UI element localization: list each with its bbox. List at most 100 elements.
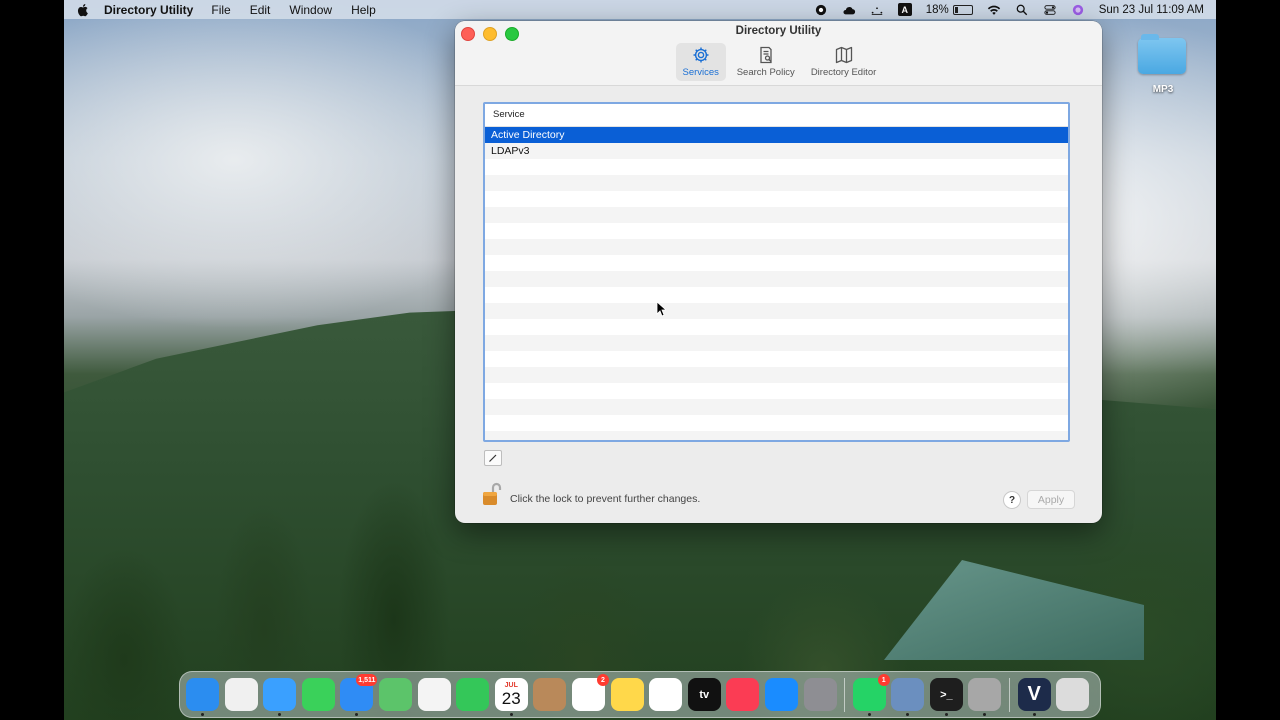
- table-row-empty: [485, 431, 1068, 440]
- dock-facetime-icon[interactable]: [456, 678, 490, 711]
- table-row-empty: [485, 191, 1068, 207]
- menu-edit[interactable]: Edit: [250, 3, 271, 17]
- running-indicator: [355, 713, 359, 716]
- siri-icon[interactable]: [1071, 4, 1085, 16]
- dock-apple-tv-icon[interactable]: tv: [687, 678, 721, 711]
- dock-icon-glyph: tv: [699, 688, 710, 701]
- dock-photos-icon[interactable]: [417, 678, 451, 711]
- display-icon[interactable]: [870, 4, 884, 16]
- running-indicator: [867, 713, 871, 716]
- lock-icon[interactable]: [481, 481, 503, 507]
- table-row-active-directory[interactable]: Active Directory: [485, 127, 1068, 143]
- dock-safari-icon[interactable]: [263, 678, 297, 716]
- menu-window[interactable]: Window: [289, 3, 332, 17]
- edit-service-button[interactable]: [484, 450, 502, 466]
- dock-mail-icon[interactable]: 1,511: [340, 674, 378, 716]
- services-table[interactable]: Service Active Directory LDAPv3: [483, 102, 1070, 442]
- dock-badge: 1,511: [356, 674, 378, 686]
- pencil-icon: [489, 454, 497, 462]
- table-row-empty: [485, 159, 1068, 175]
- folder-label: MP3: [1152, 84, 1174, 95]
- table-row-empty: [485, 319, 1068, 335]
- table-row-empty: [485, 383, 1068, 399]
- cloud-icon[interactable]: [842, 4, 856, 16]
- table-row-ldapv3[interactable]: LDAPv3: [485, 143, 1068, 159]
- menu-bar: Directory Utility File Edit Window Help …: [64, 0, 1216, 19]
- dock-reminders-icon[interactable]: 2: [571, 674, 609, 711]
- desktop-folder-mp3[interactable]: MP3: [1138, 34, 1188, 95]
- table-row-empty: [485, 223, 1068, 239]
- dock-preview-icon[interactable]: [891, 678, 925, 716]
- input-source-icon[interactable]: A: [897, 3, 912, 16]
- table-row-empty: [485, 239, 1068, 255]
- dock-badge: 2: [596, 674, 609, 686]
- dock-separator: [1009, 677, 1011, 712]
- running-indicator: [983, 713, 987, 716]
- folder-icon: [1138, 34, 1186, 74]
- table-row-empty: [485, 303, 1068, 319]
- dock-whatsapp-icon[interactable]: 1: [852, 674, 890, 716]
- dock-separator: [844, 677, 846, 712]
- gear-icon: [693, 47, 709, 63]
- table-row-empty: [485, 335, 1068, 351]
- table-row-empty: [485, 367, 1068, 383]
- dock-freeform-icon[interactable]: [649, 678, 683, 711]
- dock: 1,511 JUL 23 2 tv 1 >_ V: [179, 671, 1101, 718]
- dock-directory-utility-icon[interactable]: [968, 678, 1002, 716]
- lock-hint-text: Click the lock to prevent further change…: [510, 493, 701, 505]
- dock-badge: 1: [877, 674, 890, 686]
- dock-terminal-icon[interactable]: >_: [929, 678, 963, 716]
- battery-icon: [952, 4, 973, 15]
- table-row-empty: [485, 271, 1068, 287]
- dock-trash-icon[interactable]: [1056, 678, 1090, 711]
- dock-notes-icon[interactable]: [610, 678, 644, 711]
- menu-file[interactable]: File: [211, 3, 230, 17]
- running-indicator: [1032, 713, 1036, 716]
- window-titlebar[interactable]: Directory Utility Services Search Policy…: [455, 21, 1102, 86]
- wifi-icon[interactable]: [987, 4, 1001, 16]
- calendar-day: 23: [501, 688, 521, 708]
- map-icon: [835, 46, 852, 64]
- apple-icon[interactable]: [76, 3, 90, 17]
- dock-app-store-icon[interactable]: [764, 678, 798, 711]
- table-row-empty: [485, 255, 1068, 271]
- dock-system-settings-icon[interactable]: [803, 678, 837, 711]
- dock-finder-icon[interactable]: [186, 678, 219, 716]
- menu-bar-clock[interactable]: Sun 23 Jul 11:09 AM: [1099, 4, 1204, 16]
- table-header-service[interactable]: Service: [485, 104, 1068, 127]
- control-center-icon[interactable]: [1043, 4, 1057, 16]
- menu-help[interactable]: Help: [351, 3, 376, 17]
- tab-services[interactable]: Services: [675, 43, 726, 81]
- running-indicator: [944, 713, 948, 716]
- table-row-empty: [485, 175, 1068, 191]
- dock-contacts-icon[interactable]: [533, 678, 567, 711]
- tab-services-label: Services: [682, 67, 719, 78]
- directory-utility-window: Directory Utility Services Search Policy…: [455, 21, 1102, 523]
- table-row-empty: [485, 399, 1068, 415]
- tab-directory-editor[interactable]: Directory Editor: [806, 43, 881, 81]
- dock-music-icon[interactable]: [726, 678, 760, 711]
- apply-button[interactable]: Apply: [1027, 490, 1075, 509]
- running-indicator: [201, 713, 204, 716]
- dock-launchpad-icon[interactable]: [224, 678, 258, 711]
- help-button[interactable]: ?: [1003, 491, 1021, 509]
- table-row-empty: [485, 287, 1068, 303]
- dock-maps-icon[interactable]: [378, 678, 412, 711]
- battery-status[interactable]: 18%: [926, 4, 973, 16]
- dock-calendar-icon[interactable]: JUL 23: [494, 678, 528, 716]
- search-policy-icon: [760, 46, 772, 64]
- dock-v-app-icon[interactable]: V: [1017, 678, 1051, 716]
- services-table-body: Active Directory LDAPv3: [485, 127, 1068, 440]
- running-indicator: [278, 713, 282, 716]
- dock-messages-icon[interactable]: [301, 678, 335, 711]
- spotlight-search-icon[interactable]: [1015, 4, 1029, 16]
- running-indicator: [509, 713, 513, 716]
- table-row-empty: [485, 415, 1068, 431]
- screen-record-icon[interactable]: [814, 4, 828, 16]
- menu-bar-status: A 18% Sun 23 Jul 11:09 AM: [814, 3, 1204, 16]
- window-toolbar: Services Search Policy Directory Editor: [455, 43, 1102, 81]
- tab-search-policy-label: Search Policy: [736, 67, 795, 78]
- menu-app-name[interactable]: Directory Utility: [104, 3, 193, 17]
- tab-directory-editor-label: Directory Editor: [810, 67, 877, 78]
- tab-search-policy[interactable]: Search Policy: [732, 43, 800, 81]
